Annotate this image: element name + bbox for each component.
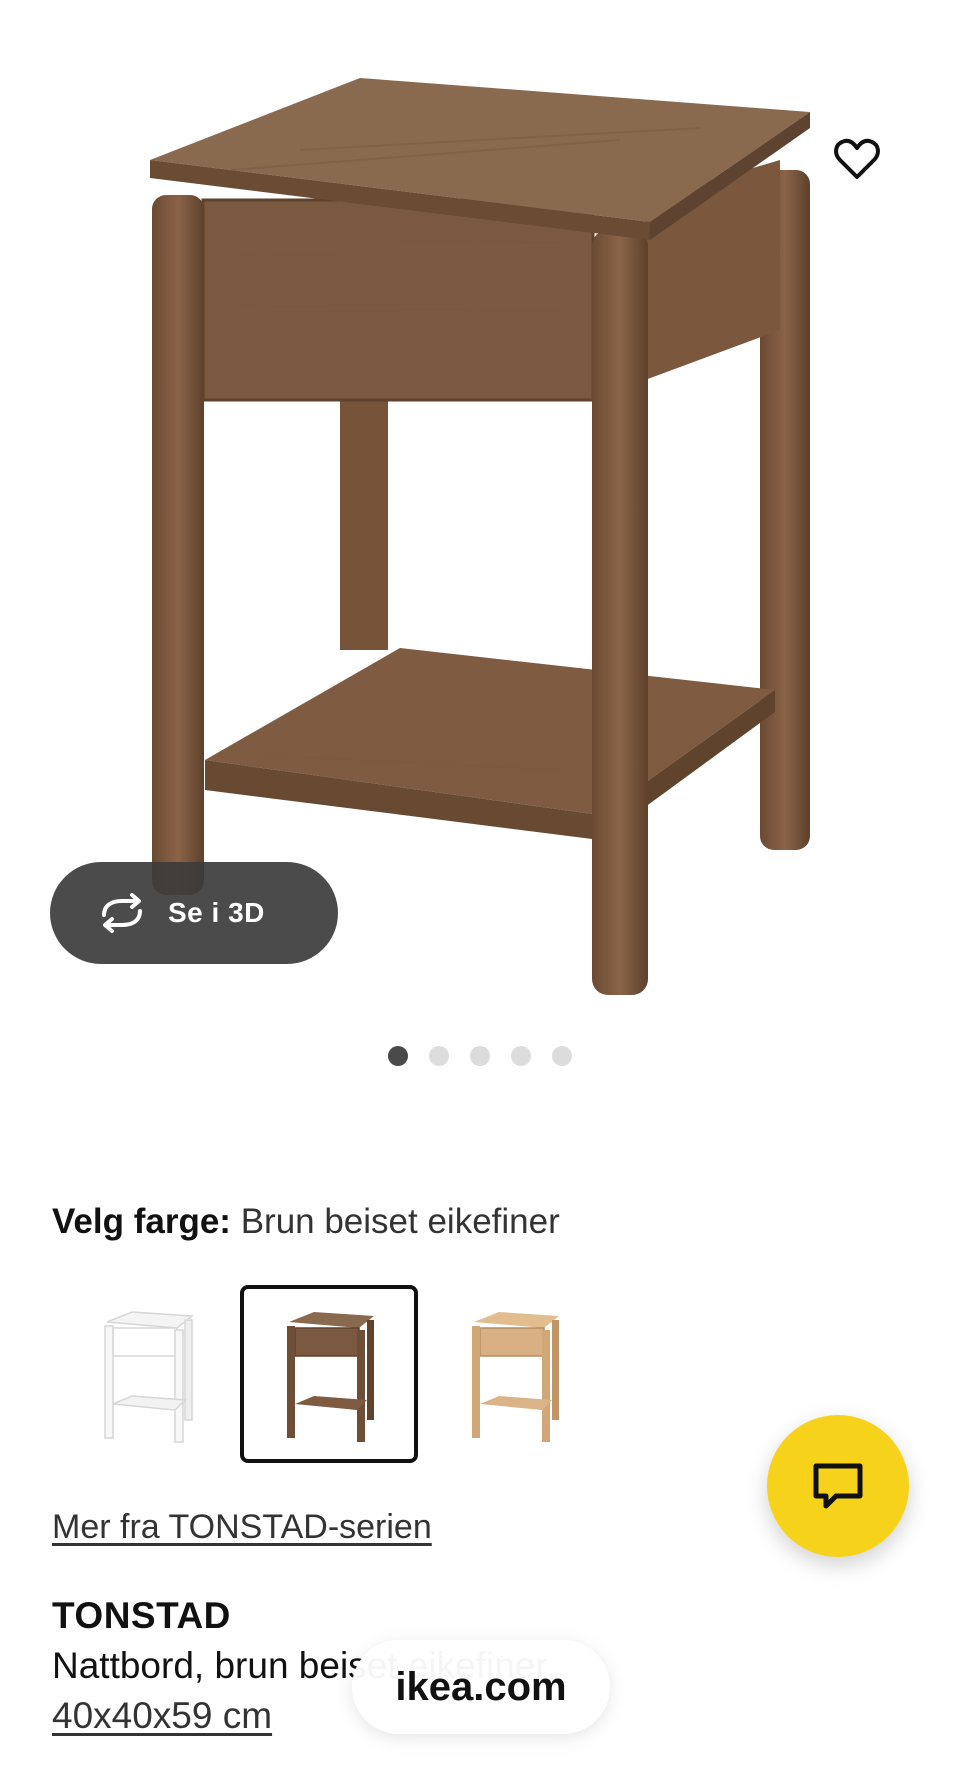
gallery-dot[interactable] [470, 1046, 490, 1066]
color-swatch-oak[interactable] [425, 1285, 603, 1463]
color-swatch-brown[interactable] [240, 1285, 418, 1463]
chat-button[interactable] [767, 1415, 909, 1557]
heart-icon [834, 138, 880, 179]
favorite-button[interactable] [822, 124, 892, 194]
white-nightstand-thumbnail [104, 1311, 194, 1443]
product-image-gallery[interactable]: Se i 3D [0, 0, 960, 1010]
color-swatch-white[interactable] [58, 1285, 236, 1463]
color-value: Brun beiset eikefiner [240, 1202, 560, 1241]
gallery-dot[interactable] [552, 1046, 572, 1066]
product-name: TONSTAD [52, 1595, 231, 1636]
color-selection: Velg farge: Brun beiset eikefiner [52, 1202, 560, 1242]
gallery-dot[interactable] [429, 1046, 449, 1066]
gallery-dot[interactable] [511, 1046, 531, 1066]
oak-nightstand-thumbnail [472, 1312, 559, 1442]
gallery-pagination [0, 1046, 960, 1066]
view-in-3d-label: Se i 3D [168, 897, 265, 928]
product-size-link[interactable]: 40x40x59 cm [52, 1695, 272, 1737]
rotate-icon [94, 893, 150, 933]
browser-url-text: ikea.com [395, 1664, 567, 1709]
gallery-dot[interactable] [388, 1046, 408, 1066]
product-image [150, 78, 810, 995]
color-label: Velg farge: [52, 1202, 231, 1241]
browser-url-bar[interactable]: ikea.com [352, 1640, 610, 1734]
brown-nightstand-thumbnail [287, 1312, 374, 1442]
view-in-3d-button[interactable]: Se i 3D [50, 862, 338, 964]
chat-bubble-icon [813, 1463, 863, 1509]
series-link[interactable]: Mer fra TONSTAD-serien [52, 1508, 432, 1547]
